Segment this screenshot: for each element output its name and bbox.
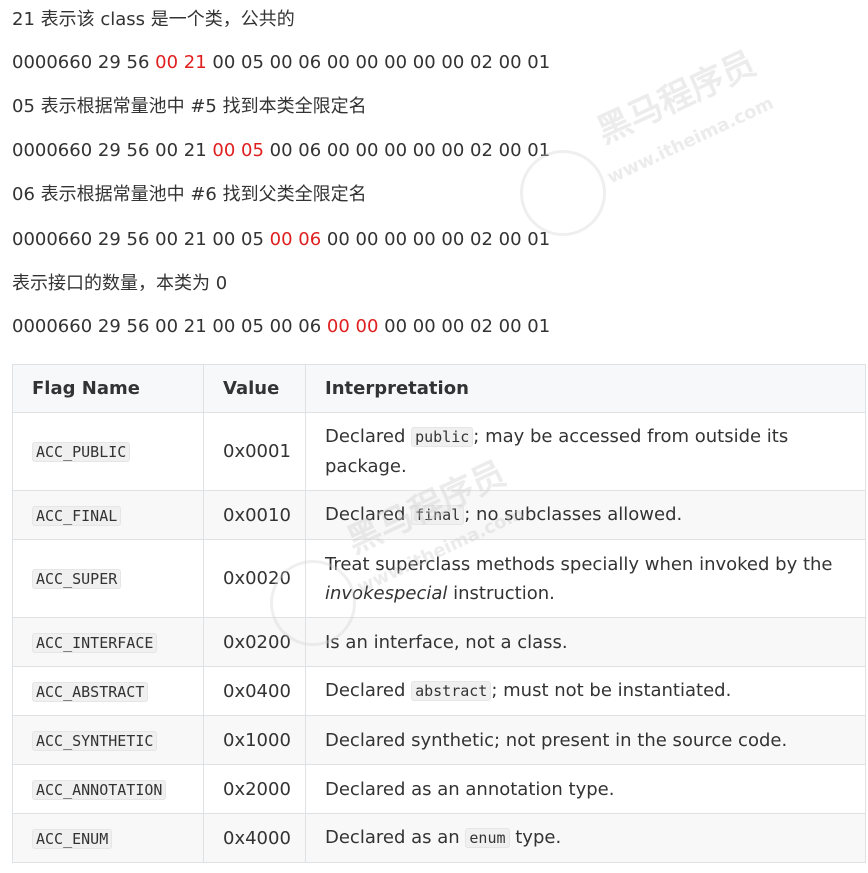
flag-name-cell: ACC_SUPER <box>12 539 204 618</box>
flag-value-cell: 0x2000 <box>203 764 306 814</box>
flag-name-cell: ACC_ABSTRACT <box>12 666 204 716</box>
flag-value-cell: 0x0010 <box>203 490 306 540</box>
interpretation-cell: Treat superclass methods specially when … <box>305 539 866 618</box>
interp-text: Declared <box>325 426 412 447</box>
paragraph-text: 06 表示根据常量池中 #6 找到父类全限定名 <box>12 184 367 205</box>
hex-suffix: 00 00 00 00 00 02 00 01 <box>321 229 551 250</box>
interp-text: ; must not be instantiated. <box>491 680 732 701</box>
hex-highlight: 00 05 <box>212 140 264 161</box>
table-row: ACC_INTERFACE 0x0200 Is an interface, no… <box>12 617 866 667</box>
hex-prefix: 0000660 29 56 00 21 <box>12 140 213 161</box>
flag-name-cell: ACC_INTERFACE <box>12 617 204 667</box>
interp-text: Declared <box>325 504 412 525</box>
paragraph-text: 21 表示该 class 是一个类，公共的 <box>12 9 295 30</box>
interp-text: Declared synthetic; not present in the s… <box>325 729 788 751</box>
flag-name-code: ACC_ANNOTATION <box>32 779 167 800</box>
hex-suffix: 00 05 00 06 00 00 00 00 00 02 00 01 <box>206 52 551 73</box>
hex-prefix: 0000660 29 56 <box>12 52 156 73</box>
interpretation-cell: Declared synthetic; not present in the s… <box>305 715 866 765</box>
interp-text: type. <box>509 827 562 848</box>
paragraph-text: 表示接口的数量，本类为 0 <box>12 273 228 294</box>
interpretation-cell: Declared final; no subclasses allowed. <box>305 490 866 540</box>
flag-value-cell: 0x0001 <box>203 412 306 491</box>
hex-suffix: 00 06 00 00 00 00 00 02 00 01 <box>263 140 551 161</box>
flag-name-code: ACC_SUPER <box>32 569 122 589</box>
hex-line-this-class: 0000660 29 56 00 21 00 05 00 06 00 00 00… <box>12 139 550 163</box>
flag-name-cell: ACC_ANNOTATION <box>12 764 204 814</box>
flag-name-cell: ACC_FINAL <box>12 490 204 540</box>
flag-name-cell: ACC_SYNTHETIC <box>12 715 204 765</box>
flag-name-code: ACC_ENUM <box>32 828 113 849</box>
header-interpretation: Interpretation <box>305 364 866 413</box>
interp-text: Treat superclass methods specially when … <box>325 553 833 575</box>
table-row: ACC_PUBLIC 0x0001 Declared public; may b… <box>12 412 866 491</box>
hex-suffix: 00 00 00 02 00 01 <box>378 316 551 337</box>
table-row: ACC_SUPER 0x0020 Treat superclass method… <box>12 539 866 618</box>
hex-highlight: 00 21 <box>155 52 207 73</box>
flag-name-code: ACC_ABSTRACT <box>32 681 149 702</box>
paragraph-access-flags-desc: 21 表示该 class 是一个类，公共的 <box>12 8 295 32</box>
hex-prefix: 0000660 29 56 00 21 00 05 00 06 <box>12 316 327 337</box>
paragraph-super-class-desc: 06 表示根据常量池中 #6 找到父类全限定名 <box>12 183 367 207</box>
flag-name-code: ACC_SYNTHETIC <box>32 730 158 751</box>
flag-name-cell: ACC_ENUM <box>12 813 204 863</box>
table-row: ACC_FINAL 0x0010 Declared final; no subc… <box>12 490 866 540</box>
interp-code: final <box>411 505 465 525</box>
access-flags-table: Flag Name Value Interpretation ACC_PUBLI… <box>12 364 866 863</box>
interpretation-cell: Declared as an annotation type. <box>305 764 866 814</box>
watermark-brand: 黑马程序员 <box>590 43 762 152</box>
interp-text: Is an interface, not a class. <box>325 631 568 653</box>
hex-line-super-class: 0000660 29 56 00 21 00 05 00 06 00 00 00… <box>12 228 550 252</box>
interp-code: enum <box>465 828 510 848</box>
watermark-url: www.itheima.com <box>604 92 778 189</box>
table-row: ACC_ENUM 0x4000 Declared as an enum type… <box>12 813 866 863</box>
interpretation-cell: Is an interface, not a class. <box>305 617 866 667</box>
interp-code: abstract <box>411 681 492 701</box>
header-flag-name: Flag Name <box>12 364 204 413</box>
flag-value-cell: 0x4000 <box>203 813 306 863</box>
table-header-row: Flag Name Value Interpretation <box>12 364 866 413</box>
interp-text: Declared as an annotation type. <box>325 778 615 800</box>
table-row: ACC_ABSTRACT 0x0400 Declared abstract; m… <box>12 666 866 716</box>
table-row: ACC_SYNTHETIC 0x1000 Declared synthetic;… <box>12 715 866 765</box>
hex-highlight: 00 06 <box>269 229 322 250</box>
flag-name-cell: ACC_PUBLIC <box>12 412 204 491</box>
flag-value-cell: 0x0400 <box>203 666 306 716</box>
hex-highlight: 00 00 <box>326 316 379 337</box>
flag-value-cell: 0x0020 <box>203 539 306 618</box>
table-row: ACC_ANNOTATION 0x2000 Declared as an ann… <box>12 764 866 814</box>
interp-emphasis: invokespecial <box>325 582 448 604</box>
interp-text: ; no subclasses allowed. <box>464 504 683 525</box>
interpretation-cell: Declared as an enum type. <box>305 813 866 863</box>
interpretation-cell: Declared abstract; must not be instantia… <box>305 666 866 716</box>
hex-prefix: 0000660 29 56 00 21 00 05 <box>12 229 270 250</box>
hex-line-interfaces-count: 0000660 29 56 00 21 00 05 00 06 00 00 00… <box>12 315 550 339</box>
flag-value-cell: 0x1000 <box>203 715 306 765</box>
flag-name-code: ACC_INTERFACE <box>32 632 158 653</box>
header-value: Value <box>203 364 306 413</box>
interp-text: instruction. <box>447 582 555 604</box>
flag-name-code: ACC_FINAL <box>32 505 122 526</box>
flag-value-cell: 0x0200 <box>203 617 306 667</box>
interp-code: public <box>411 427 474 447</box>
paragraph-interfaces-desc: 表示接口的数量，本类为 0 <box>12 272 227 296</box>
paragraph-this-class-desc: 05 表示根据常量池中 #5 找到本类全限定名 <box>12 95 367 119</box>
flag-name-code: ACC_PUBLIC <box>32 442 131 462</box>
interp-text: Declared <box>325 680 412 701</box>
paragraph-text: 05 表示根据常量池中 #5 找到本类全限定名 <box>12 96 367 117</box>
interp-text: Declared as an <box>325 827 466 848</box>
interpretation-cell: Declared public; may be accessed from ou… <box>305 412 866 491</box>
hex-line-access-flags: 0000660 29 56 00 21 00 05 00 06 00 00 00… <box>12 51 550 75</box>
